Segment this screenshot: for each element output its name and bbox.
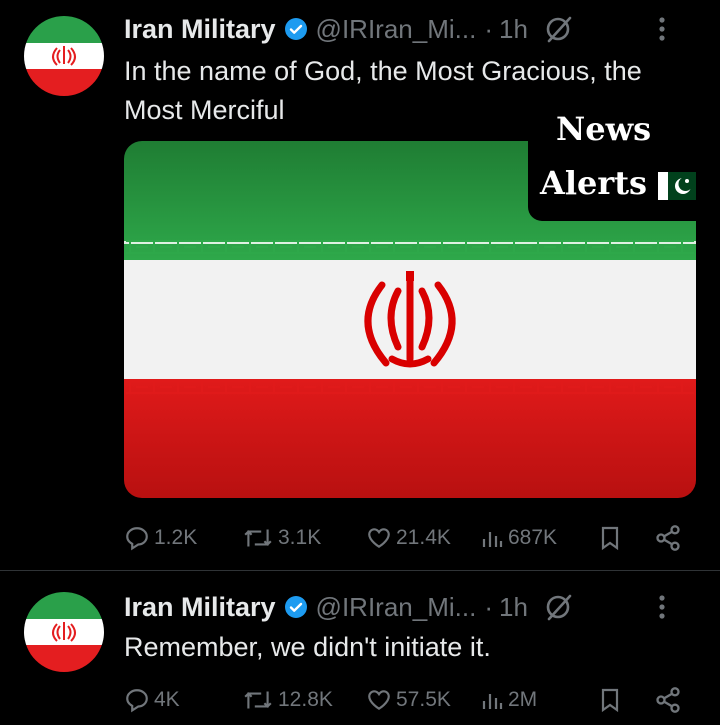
tweet-actions: 4K 12.8K 57.5K 2M: [124, 680, 694, 720]
separator-dot: ·: [484, 591, 493, 622]
heart-icon: [368, 690, 390, 710]
timestamp[interactable]: 1h: [499, 14, 528, 45]
news-alerts-watermark: News Alerts: [528, 108, 704, 221]
like-button[interactable]: 21.4K: [366, 518, 451, 558]
author-name[interactable]: Iran Military: [124, 592, 276, 623]
pakistan-flag-icon: [658, 172, 696, 200]
repost-count: 12.8K: [278, 688, 333, 711]
views-chart-icon: [482, 532, 503, 547]
reply-icon: [126, 689, 148, 713]
bookmark-icon: [601, 688, 619, 713]
repost-button[interactable]: 3.1K: [242, 518, 321, 558]
more-options-icon[interactable]: [650, 12, 674, 46]
repost-button[interactable]: 12.8K: [242, 680, 333, 720]
reply-icon: [126, 527, 148, 551]
avatar[interactable]: [24, 16, 104, 96]
share-icon: [656, 687, 680, 713]
avatar[interactable]: [24, 592, 104, 672]
like-count: 21.4K: [396, 526, 451, 549]
bookmark-button[interactable]: [598, 518, 626, 558]
repost-icon: [244, 691, 272, 709]
grok-icon[interactable]: [544, 14, 574, 44]
author-handle[interactable]: @IRIran_Mi...: [316, 14, 477, 45]
repost-icon: [244, 529, 272, 547]
bookmark-icon: [601, 526, 619, 551]
reply-count: 4K: [154, 688, 180, 711]
tweet[interactable]: Iran Military @IRIran_Mi... · 1h In the …: [0, 0, 720, 570]
share-button[interactable]: [654, 680, 686, 720]
share-icon: [656, 525, 680, 551]
views-button[interactable]: 2M: [480, 680, 537, 720]
views-count: 2M: [508, 688, 538, 711]
verified-badge-icon: [284, 17, 308, 41]
reply-count: 1.2K: [154, 526, 198, 549]
reply-button[interactable]: 4K: [124, 680, 180, 720]
bookmark-button[interactable]: [598, 680, 626, 720]
views-count: 687K: [508, 526, 558, 549]
more-options-icon[interactable]: [650, 590, 674, 624]
share-button[interactable]: [654, 518, 686, 558]
like-button[interactable]: 57.5K: [366, 680, 451, 720]
views-chart-icon: [482, 694, 503, 709]
reply-button[interactable]: 1.2K: [124, 518, 197, 558]
verified-badge-icon: [284, 595, 308, 619]
tweet-divider: [0, 570, 720, 571]
grok-icon[interactable]: [544, 592, 574, 622]
heart-icon: [368, 528, 390, 548]
tweet-text: Remember, we didn't initiate it.: [124, 632, 491, 662]
tweet-header: Iran Military @IRIran_Mi... · 1h: [124, 12, 704, 46]
author-handle[interactable]: @IRIran_Mi...: [316, 592, 477, 623]
like-count: 57.5K: [396, 688, 451, 711]
repost-count: 3.1K: [278, 526, 322, 549]
views-button[interactable]: 687K: [480, 518, 557, 558]
separator-dot: ·: [484, 13, 493, 44]
tweet-header: Iran Military @IRIran_Mi... · 1h: [124, 590, 704, 624]
tweet-actions: 1.2K 3.1K 21.4K 687K: [124, 518, 694, 558]
timestamp[interactable]: 1h: [499, 592, 528, 623]
author-name[interactable]: Iran Military: [124, 14, 276, 45]
